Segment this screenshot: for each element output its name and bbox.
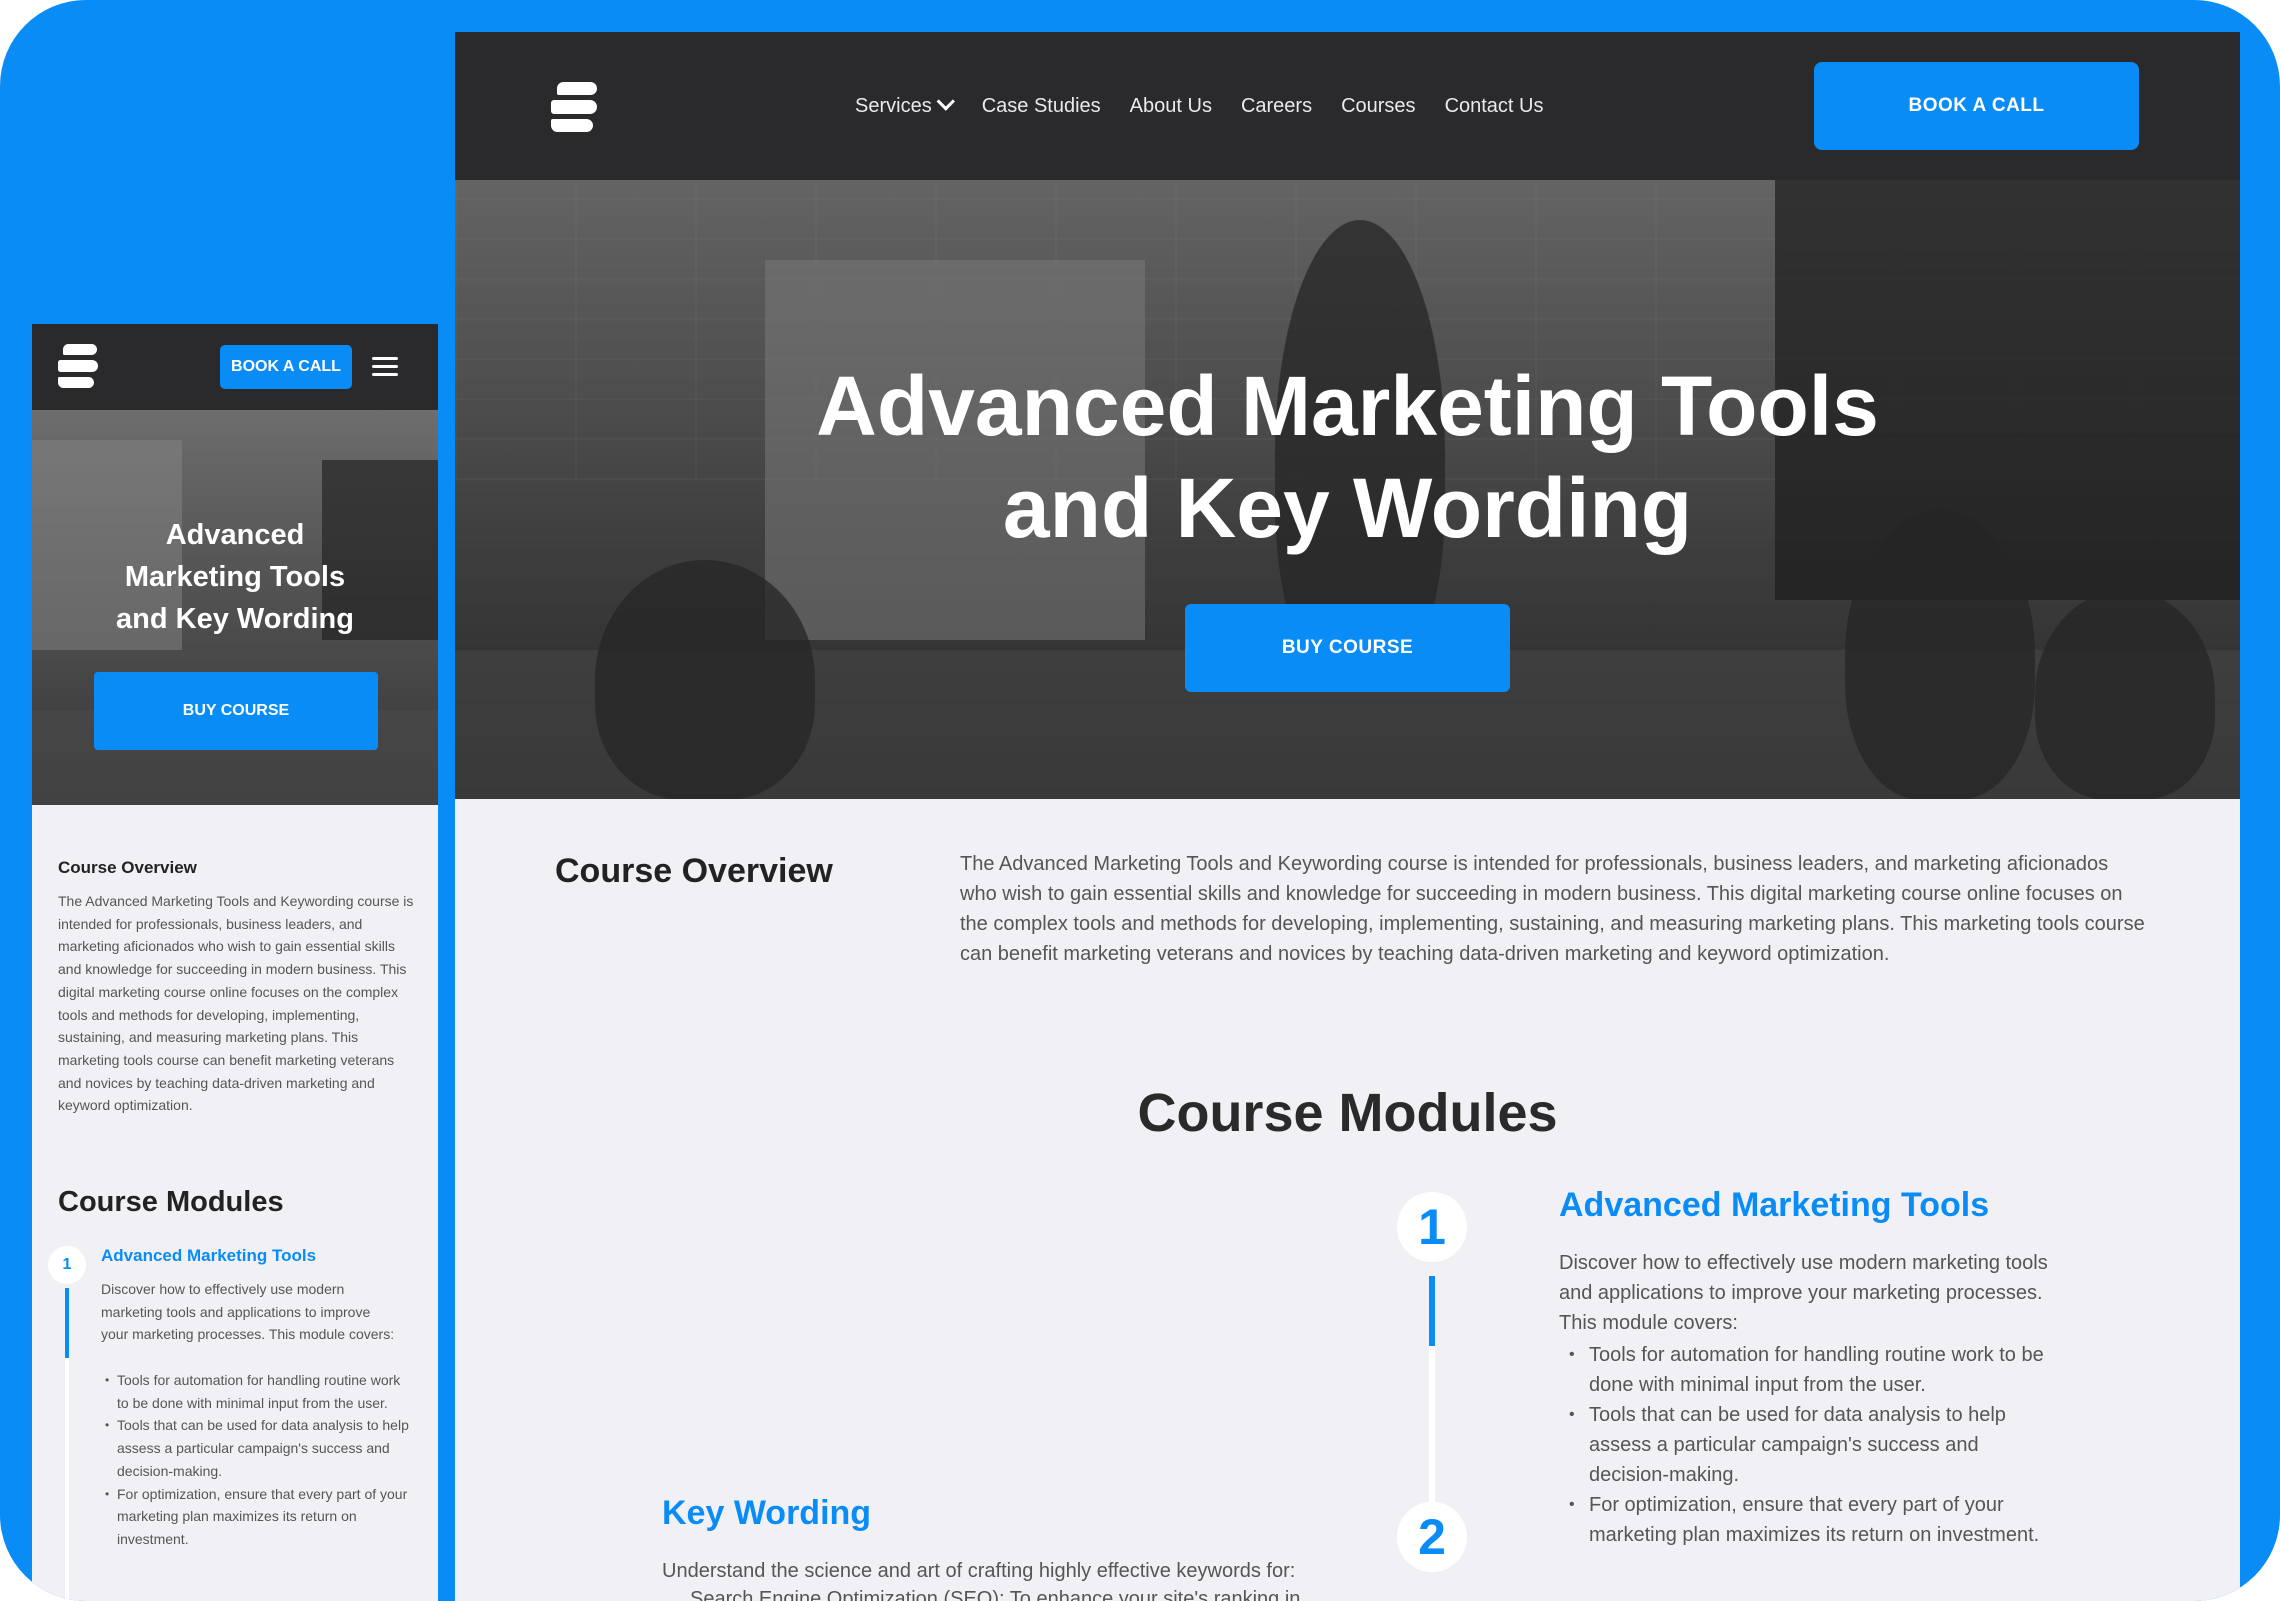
course-modules-heading: Course Modules <box>1137 1083 1558 1143</box>
module-bullet-list: Tools for automation for handling routin… <box>1559 1340 2059 1550</box>
mobile-page: BOOK A CALL Advanced Marketing Tools and… <box>32 324 438 1601</box>
module-bullet: For optimization, ensure that every part… <box>101 1483 411 1551</box>
course-overview-heading: Course Overview <box>555 852 833 890</box>
desktop-page: Services Case Studies About Us Careers C… <box>455 32 2240 1601</box>
module-bullet: Tools that can be used for data analysis… <box>101 1414 411 1482</box>
nav-item-label: About Us <box>1129 94 1212 117</box>
course-modules-heading: Course Modules <box>58 1186 284 1218</box>
desktop-navbar: Services Case Studies About Us Careers C… <box>455 32 2240 180</box>
module-description: Discover how to effectively use modern m… <box>101 1281 395 1343</box>
chevron-down-icon <box>936 91 955 111</box>
hero-title-line: Advanced Marketing Tools <box>816 359 1879 453</box>
book-a-call-button[interactable]: BOOK A CALL <box>220 345 352 389</box>
showcase-frame: Services Case Studies About Us Careers C… <box>0 0 2280 1601</box>
hero-title-line: and Key Wording <box>116 603 354 635</box>
module-bullet: Search Engine Optimization (SEO): To enh… <box>690 1588 1301 1601</box>
timeline-progress <box>1429 1276 1435 1346</box>
course-overview-text: The Advanced Marketing Tools and Keyword… <box>960 853 2145 965</box>
mobile-hero: Advanced Marketing Tools and Key Wording… <box>32 410 438 805</box>
hero-title-line: Marketing Tools <box>124 561 346 593</box>
module-bullet: Tools for automation for handling routin… <box>101 1369 411 1414</box>
nav-item-case-studies[interactable]: Case Studies <box>982 95 1101 118</box>
nav-item-label: Case Studies <box>981 94 1101 117</box>
buy-course-button[interactable]: BUY COURSE <box>94 672 378 750</box>
course-overview-text: The Advanced Marketing Tools and Keyword… <box>58 893 414 1114</box>
desktop-main-menu: Services Case Studies About Us Careers C… <box>855 32 1573 180</box>
module-title: Advanced Marketing Tools <box>1559 1186 1990 1224</box>
logo-icon[interactable] <box>551 82 599 132</box>
buy-course-button[interactable]: BUY COURSE <box>1185 604 1510 692</box>
timeline-progress <box>65 1288 69 1358</box>
book-a-call-button[interactable]: BOOK A CALL <box>1814 62 2139 150</box>
nav-item-about-us[interactable]: About Us <box>1130 95 1212 118</box>
module-number-badge: 1 <box>1397 1192 1467 1262</box>
module-bullet: For optimization, ensure that every part… <box>1559 1490 2059 1550</box>
nav-item-label: Contact Us <box>1444 94 1544 117</box>
module-title: Key Wording <box>662 1494 872 1532</box>
module-description: Understand the science and art of crafti… <box>662 1560 1296 1582</box>
hamburger-icon[interactable] <box>372 357 398 377</box>
module-number-badge: 2 <box>1397 1502 1467 1572</box>
hero-title-line: Advanced <box>165 519 305 551</box>
desktop-hero: Advanced Marketing Tools and Key Wording… <box>455 180 2240 799</box>
nav-item-careers[interactable]: Careers <box>1241 95 1312 118</box>
course-overview-heading: Course Overview <box>58 858 197 877</box>
logo-icon[interactable] <box>58 344 98 388</box>
nav-item-label: Careers <box>1240 94 1313 117</box>
nav-item-contact-us[interactable]: Contact Us <box>1445 95 1544 118</box>
module-bullet-list: Tools for automation for handling routin… <box>101 1369 411 1551</box>
hero-title: Advanced Marketing Tools and Key Wording <box>455 355 2240 559</box>
nav-item-courses[interactable]: Courses <box>1341 95 1415 118</box>
nav-item-label: Services <box>855 94 932 117</box>
module-bullet: Tools for automation for handling routin… <box>1559 1340 2059 1400</box>
module-description: Discover how to effectively use modern m… <box>1559 1252 2048 1334</box>
hero-title: Advanced Marketing Tools and Key Wording <box>32 514 438 640</box>
hero-title-line: and Key Wording <box>1002 461 1693 555</box>
module-number-badge: 1 <box>48 1246 86 1284</box>
nav-item-services[interactable]: Services <box>855 91 955 118</box>
nav-item-label: Courses <box>1341 94 1416 117</box>
module-title: Advanced Marketing Tools <box>101 1246 317 1265</box>
mobile-navbar: BOOK A CALL <box>32 324 438 410</box>
module-bullet: Tools that can be used for data analysis… <box>1559 1400 2059 1490</box>
